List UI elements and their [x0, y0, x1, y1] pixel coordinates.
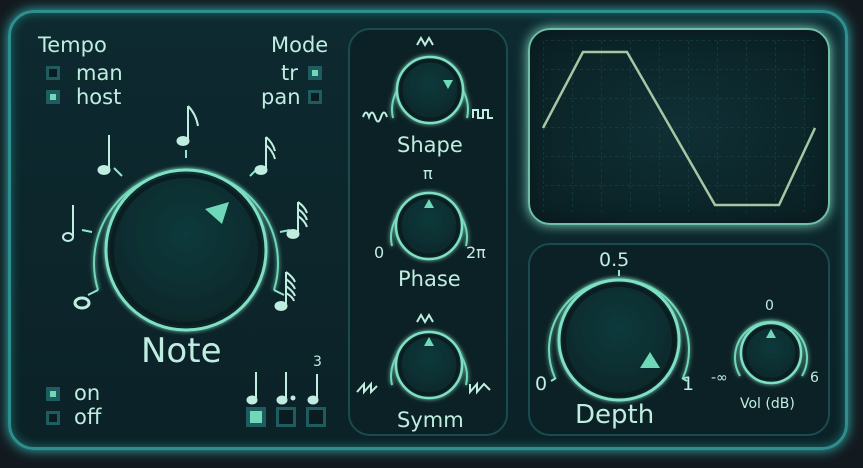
straight-note-icon — [246, 372, 258, 405]
phase-knob[interactable] — [390, 191, 468, 261]
volume-knob[interactable] — [734, 320, 808, 385]
sine-wave-icon — [362, 111, 388, 123]
quarter-note-icon — [97, 135, 111, 175]
thirty-second-note-icon — [286, 201, 308, 239]
saw-up-icon — [469, 381, 491, 395]
whole-note-icon — [73, 296, 91, 310]
lfo-plugin: Tempo man host Mode tr pan Note on off 3… — [0, 0, 863, 468]
saw-down-icon — [356, 381, 378, 395]
depth-knob[interactable] — [548, 270, 690, 402]
symm-knob[interactable] — [390, 330, 468, 400]
half-note-icon — [62, 205, 74, 242]
sixteenth-note-icon — [254, 136, 276, 175]
symm-triangle-icon — [416, 312, 434, 325]
dotted-note-icon — [276, 372, 296, 405]
controls-layer — [62, 35, 817, 405]
scope-grid — [543, 40, 817, 212]
triplet-note-icon — [307, 374, 319, 405]
shape-knob[interactable] — [391, 55, 469, 125]
eighth-note-icon — [176, 105, 199, 146]
square-wave-icon — [472, 109, 493, 119]
note-knob[interactable] — [81, 150, 291, 332]
triangle-wave-icon — [416, 35, 434, 48]
